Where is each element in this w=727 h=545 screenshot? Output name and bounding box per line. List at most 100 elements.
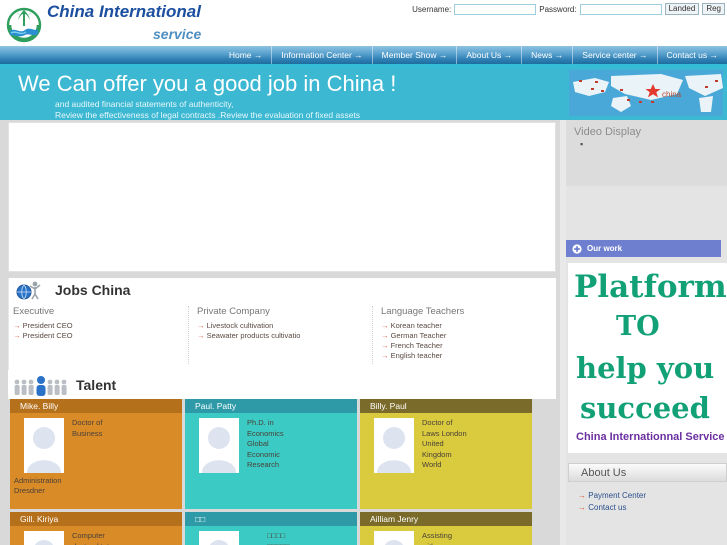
nav-item-about-us[interactable]: About Us → [456,46,521,64]
video-bullet-icon: ▪ [580,139,584,149]
arrow-icon: → [578,491,589,500]
job-link[interactable]: → Livestock cultivation [197,321,372,331]
avatar [24,531,64,545]
arrow-icon: → [13,321,23,330]
arrow-icon: → [197,331,207,340]
site-logo[interactable] [4,4,44,44]
username-input[interactable] [454,3,537,15]
banner-subline-1: and audited financial statements of auth… [55,99,234,109]
jobs-category-label: Language Teachers [381,306,465,317]
talent-card-desc: Doctor of Business [72,418,103,438]
job-link[interactable]: → President CEO [13,321,188,331]
palm-wave-circle-logo-icon [6,7,42,43]
avatar [199,418,239,473]
video-display-panel: Video Display ▪ [560,120,727,186]
job-link[interactable]: → Korean teacher [381,321,556,331]
jobs-category-label: Executive [13,306,55,317]
nav-item-contact-us[interactable]: Contact us → [656,46,727,64]
jobs-column-language-teachers: Language Teachers → Korean teacher → Ger… [372,306,556,364]
job-link-label: German Teacher [390,331,447,340]
about-us-links: → Payment Center → Contact us [568,482,727,514]
talent-section-header: Talent [8,370,556,399]
talent-card-body: Assisting with Assisting with [360,526,532,545]
main-navigation: Home → Information Center → Member Show … [0,46,727,64]
jobs-section-title: Jobs China [55,282,131,298]
world-map-icon: china [565,68,727,120]
jobs-column-private-company: Private Company → Livestock cultivation … [188,306,372,364]
arrow-icon: → [381,341,391,350]
talent-card-name: □□ [185,512,357,526]
talent-card[interactable]: Mike. Billy Doctor of Business Administr… [10,399,182,509]
nav-item-service-center[interactable]: Service center → [572,46,656,64]
talent-card-body: Ph.D. in Economics Global Economic Resea… [185,413,357,473]
talent-card-name: Gill. Kiriya [10,512,182,526]
talent-card-name: Mike. Billy [10,399,182,413]
password-label: Password: [539,4,577,14]
about-link-label: Payment Center [588,491,647,500]
job-link-label: French Teacher [390,341,443,350]
job-link[interactable]: → Seawater products cultivatio [197,331,372,341]
avatar [199,531,239,545]
job-link-label: Livestock cultivation [206,321,274,330]
job-link[interactable]: → French Teacher [381,341,556,351]
talent-card-body: Computer doctoral tutor Chief Executive [10,526,182,545]
talent-card-desc: Doctor of Laws London United Kingdom Wor… [422,418,467,469]
talent-card-body: Doctor of Business [10,413,182,473]
password-input[interactable] [579,3,662,15]
talent-card-name: Paul. Patty [185,399,357,413]
featured-content-area [8,122,556,272]
job-link[interactable]: → President CEO [13,331,188,341]
jobs-section: Jobs China Executive → President CEO → P… [8,278,556,370]
about-link-payment-center[interactable]: → Payment Center [578,490,727,502]
our-work-label: Our work [587,244,623,253]
talent-card-body: Doctor of Laws London United Kingdom Wor… [360,413,532,473]
about-link-contact-us[interactable]: → Contact us [578,502,727,514]
job-link[interactable]: → German Teacher [381,331,556,341]
talent-card-name: Billy. Paul [360,399,532,413]
talent-card[interactable]: Paul. Patty Ph.D. in Economics Global Ec… [185,399,357,509]
avatar [374,418,414,473]
jobs-column-executive: Executive → President CEO → President CE… [9,306,188,364]
platform-line-4: succeed [580,391,710,425]
talent-card-desc: Computer doctoral tutor Chief Executive [72,531,116,545]
our-work-header[interactable]: Our work [566,240,721,257]
brand-title-line2: service [153,26,202,42]
nav-item-information-center[interactable]: Information Center → [271,46,371,64]
job-link-label: Korean teacher [390,321,442,330]
people-group-icon [14,376,67,396]
platform-line-1: Platform [574,269,727,305]
arrow-icon: → [381,351,391,360]
talent-card[interactable]: □□ □□□□ □□□□□ □□□□ [185,512,357,545]
map-country-label: china [662,90,682,99]
talent-card-grid: Mike. Billy Doctor of Business Administr… [8,399,556,545]
job-link-label: President CEO [22,331,73,340]
talent-card-footer: Administration Dresdner [14,476,62,495]
nav-item-member-show[interactable]: Member Show → [371,46,457,64]
avatar [374,531,414,545]
job-link[interactable]: → English teacher [381,351,556,361]
jobs-section-header: Jobs China [9,278,556,302]
jobs-category-label: Private Company [197,306,270,317]
platform-line-5: China Internationnal Service [576,431,725,443]
login-button[interactable]: Landed [664,3,700,15]
page-root: China International service Username: Pa… [0,0,727,545]
talent-card-desc: Assisting with Assisting with [422,531,453,545]
about-us-header: About Us [568,463,727,482]
about-us-title: About Us [581,466,627,479]
talent-card-footer [185,473,357,476]
arrow-icon: → [578,503,589,512]
nav-item-news[interactable]: News → [521,46,572,64]
sidebar-spacer [560,186,727,240]
hero-banner: We Can offer you a good job in China ! a… [0,68,727,120]
about-link-label: Contact us [588,503,627,512]
register-button[interactable]: Reg [702,3,725,15]
talent-card[interactable]: Billy. Paul Doctor of Laws London United… [360,399,532,509]
arrow-icon: → [381,331,391,340]
arrow-icon: → [381,321,391,330]
talent-card[interactable]: Gill. Kiriya Computer doctoral tutor Chi… [10,512,182,545]
sidebar-left-edge [560,120,566,545]
arrow-icon: → [197,321,207,330]
nav-item-home[interactable]: Home → [220,46,272,64]
talent-card[interactable]: Ailliam Jenry Assisting with Assisting w… [360,512,532,545]
avatar [24,418,64,473]
